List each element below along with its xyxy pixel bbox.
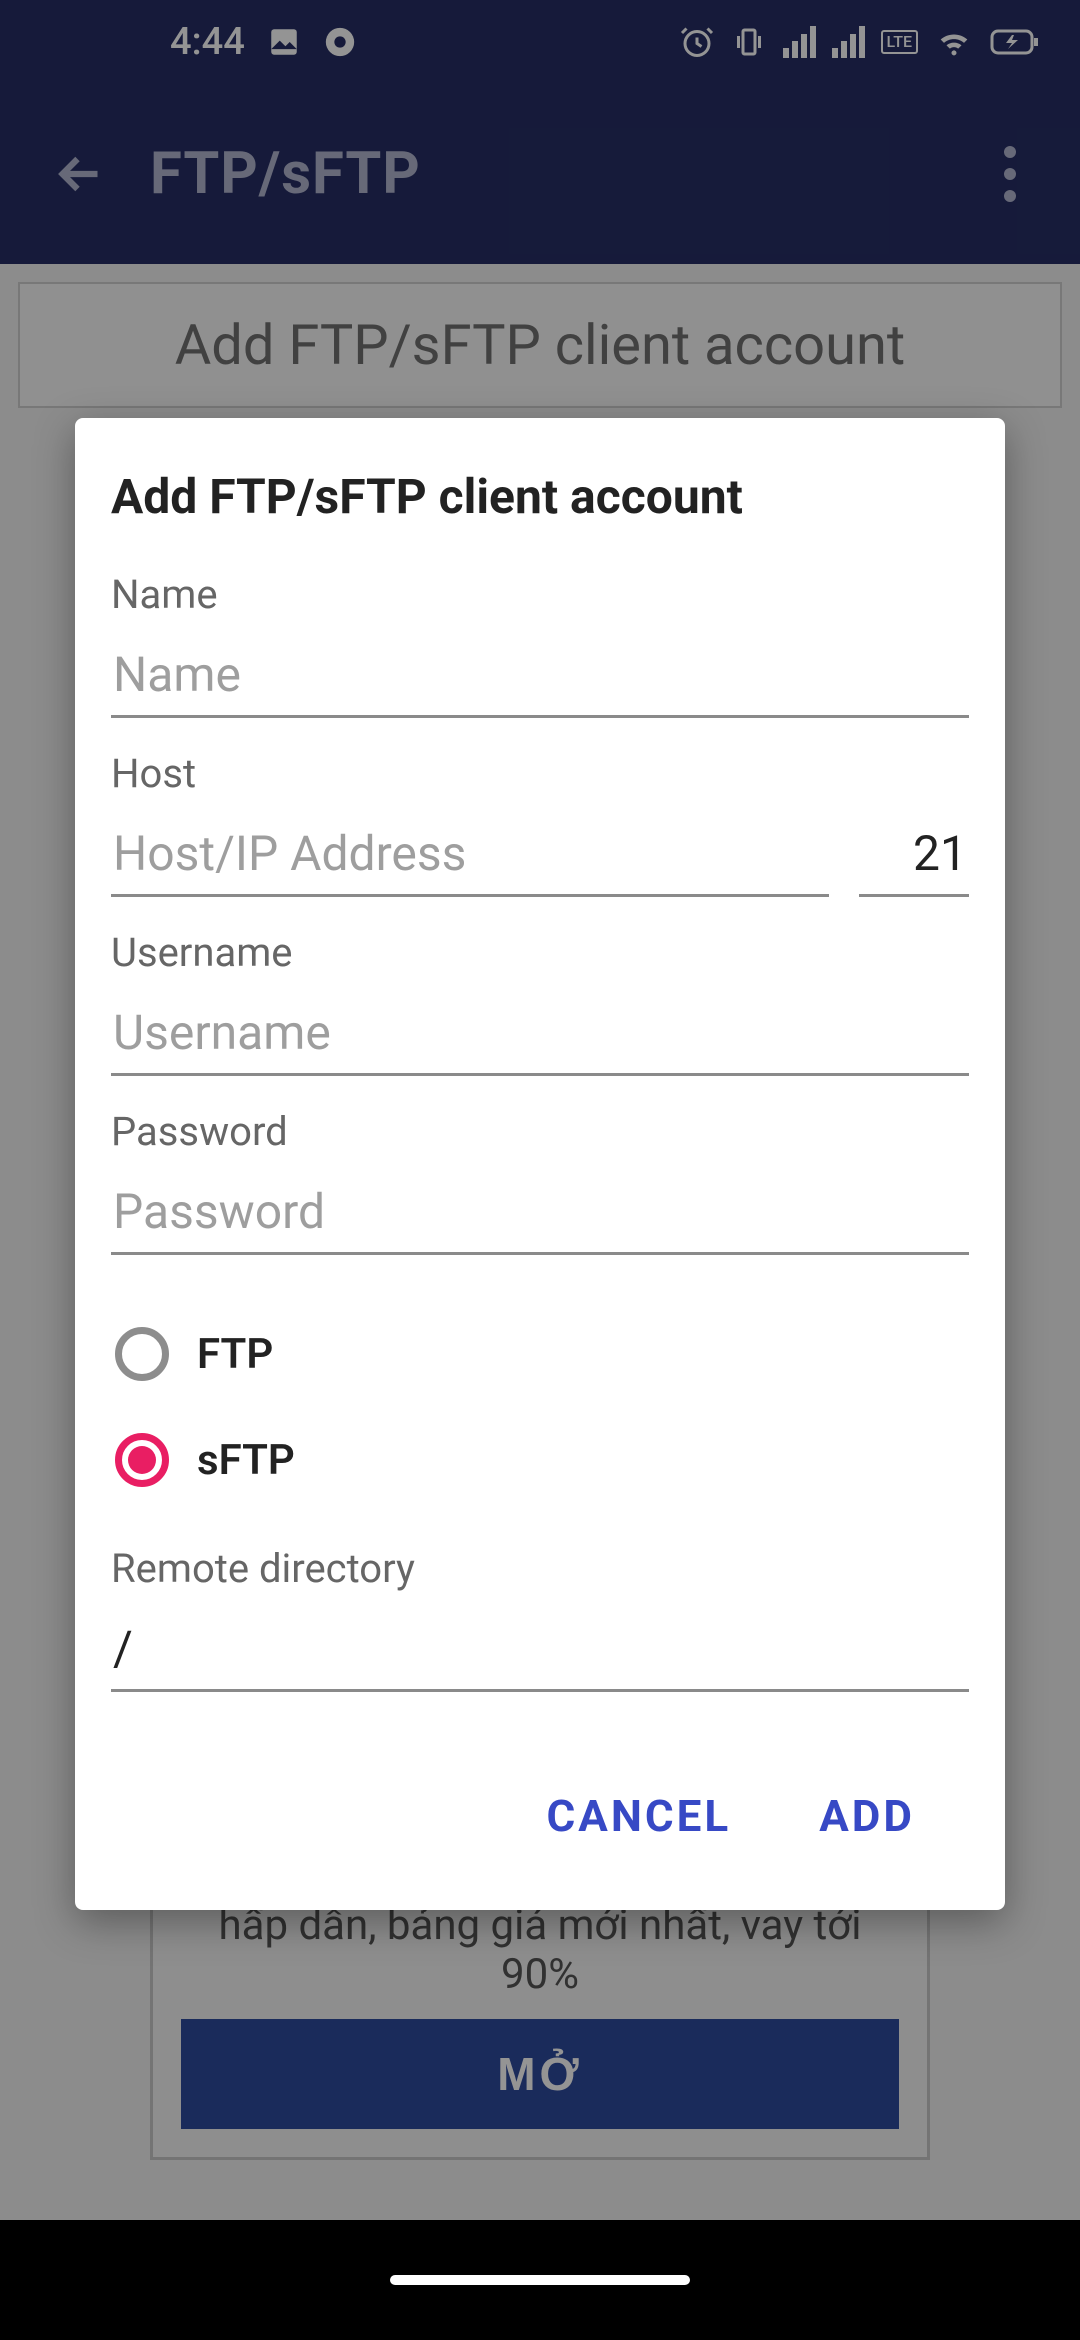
password-label: Password [111, 1108, 969, 1155]
radio-checked-icon [115, 1433, 169, 1487]
host-label: Host [111, 750, 969, 797]
username-input[interactable] [111, 990, 969, 1076]
remote-dir-label: Remote directory [111, 1545, 969, 1592]
dialog-title: Add FTP/sFTP client account [111, 468, 969, 525]
radio-sftp-label: sFTP [197, 1436, 295, 1485]
radio-ftp-label: FTP [197, 1330, 273, 1379]
name-label: Name [111, 571, 969, 618]
dialog-actions: CANCEL ADD [111, 1762, 969, 1890]
radio-sftp[interactable]: sFTP [111, 1407, 969, 1513]
cancel-button[interactable]: CANCEL [522, 1772, 755, 1860]
gesture-handle-icon[interactable] [390, 2275, 690, 2285]
username-label: Username [111, 929, 969, 976]
navigation-bar [0, 2220, 1080, 2340]
name-input[interactable] [111, 632, 969, 718]
protocol-radio-group: FTP sFTP [111, 1301, 969, 1513]
remote-dir-input[interactable] [111, 1606, 969, 1692]
radio-ftp[interactable]: FTP [111, 1301, 969, 1407]
host-input[interactable] [111, 811, 829, 897]
password-input[interactable] [111, 1169, 969, 1255]
radio-unchecked-icon [115, 1327, 169, 1381]
add-button[interactable]: ADD [795, 1772, 939, 1860]
add-ftp-dialog: Add FTP/sFTP client account Name Host Us… [75, 418, 1005, 1910]
port-input[interactable] [859, 811, 969, 897]
